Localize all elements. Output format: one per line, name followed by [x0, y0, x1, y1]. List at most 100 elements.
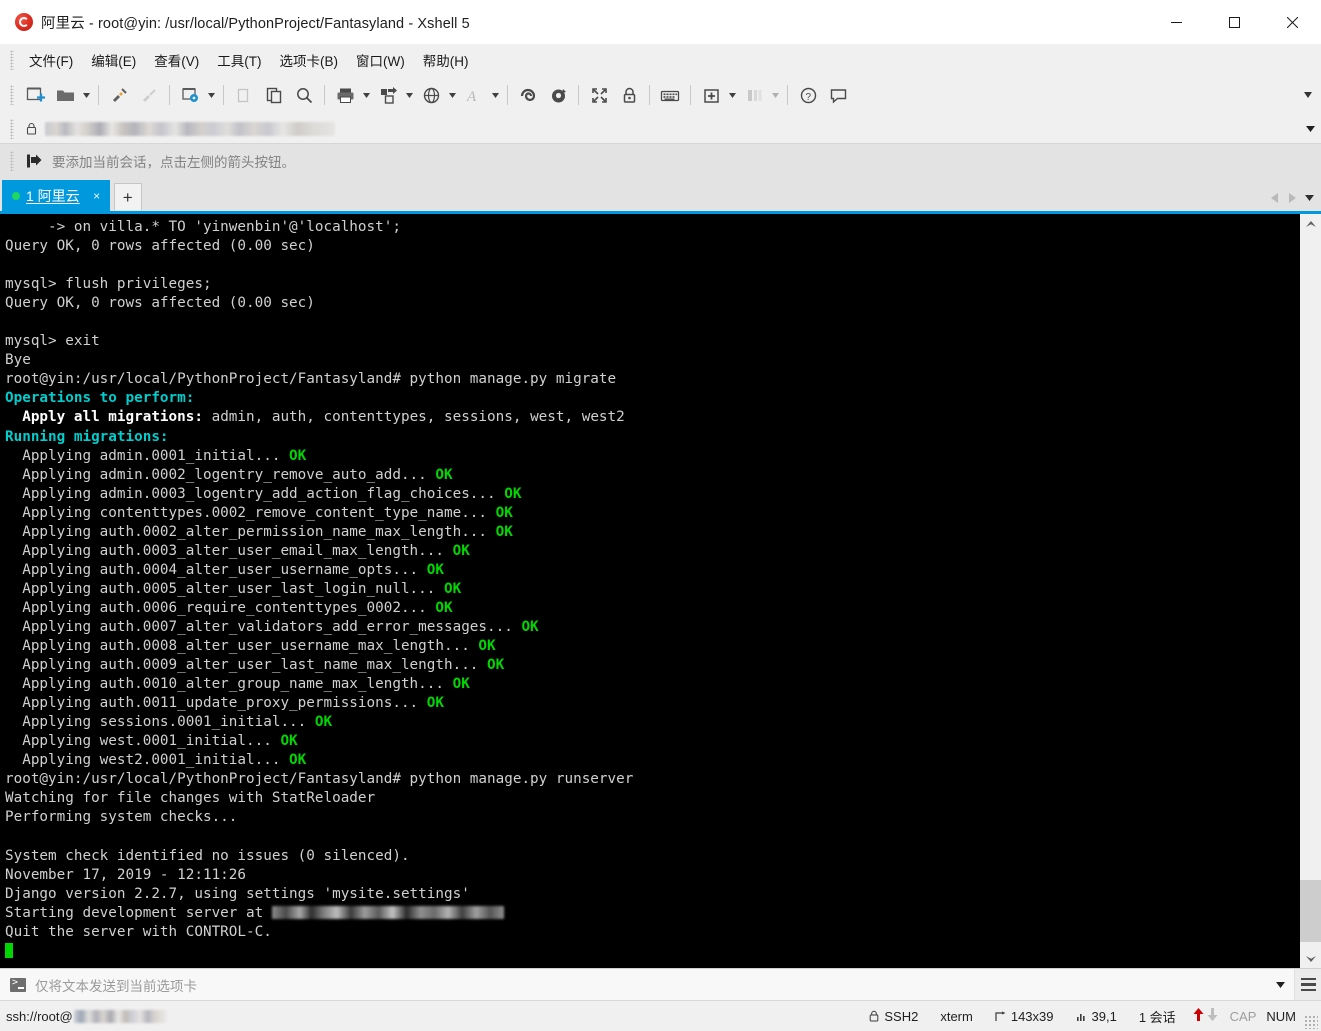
noticebar-grip[interactable] [10, 151, 14, 171]
terminal-line: Watching for file changes with StatReloa… [5, 789, 1299, 808]
chat-icon[interactable] [823, 80, 853, 110]
nav-icon[interactable] [543, 80, 573, 110]
tab-scroll-right-icon[interactable] [1284, 189, 1299, 207]
notice-text: 要添加当前会话，点击左侧的箭头按钮。 [52, 155, 295, 170]
terminal-text: Operations to perform: [5, 390, 195, 407]
scroll-down-icon[interactable] [1300, 948, 1321, 968]
ssh-tunnel-icon[interactable] [513, 80, 543, 110]
find-icon[interactable] [289, 80, 319, 110]
status-bar: ssh://root@ SSH2 xterm 143x39 39,1 1 会话 … [0, 1000, 1321, 1031]
menu-file[interactable]: 文件(F) [20, 46, 82, 74]
title-bar: 阿里云 - root@yin: /usr/local/PythonProject… [0, 0, 1321, 44]
address-input[interactable] [20, 116, 1299, 141]
menu-view[interactable]: 查看(V) [145, 46, 208, 74]
terminal-text: November 17, 2019 - 12:11:26 [5, 866, 247, 883]
globe-icon[interactable] [416, 80, 446, 110]
terminal-text: root@yin:/usr/local/PythonProject/Fantas… [5, 771, 634, 788]
scrollbar-track[interactable] [1300, 234, 1321, 948]
tabbar-nav [1267, 189, 1317, 207]
terminal-text: OK [280, 752, 307, 769]
addressbar-grip[interactable] [10, 118, 14, 139]
menu-edit[interactable]: 编辑(E) [82, 46, 145, 74]
terminal-line: Applying auth.0005_alter_user_last_login… [5, 580, 1299, 599]
fullscreen-icon[interactable] [584, 80, 614, 110]
tab-list-dropdown-icon[interactable] [1301, 189, 1317, 207]
copy-icon[interactable] [229, 80, 259, 110]
scrollbar-thumb[interactable] [1300, 880, 1321, 942]
lock-icon[interactable] [614, 80, 644, 110]
terminal-text: Applying auth.0008_alter_user_username_m… [5, 638, 470, 655]
layout-dropdown-icon[interactable] [769, 80, 782, 110]
open-folder-icon[interactable] [50, 80, 80, 110]
terminal-text: OK [271, 733, 298, 750]
send-input[interactable]: 仅将文本发送到当前选项卡 [35, 975, 197, 995]
list-icon[interactable] [1294, 969, 1321, 1000]
minimize-button[interactable] [1147, 0, 1205, 44]
transfer-file-dropdown-icon[interactable] [403, 80, 416, 110]
toolbar-overflow-icon[interactable] [1299, 76, 1317, 114]
globe-dropdown-icon[interactable] [446, 80, 459, 110]
maximize-button[interactable] [1205, 0, 1263, 44]
status-caps-lock: CAP [1224, 1001, 1263, 1031]
alibaba-cloud-icon [15, 13, 33, 31]
terminal-text: Query OK, 0 rows affected (0.00 sec) [5, 295, 315, 312]
address-dropdown-icon[interactable] [1299, 114, 1321, 143]
status-indicators: SSH2 xterm 143x39 39,1 1 会话 CAP NUM [858, 1001, 1321, 1031]
resize-grip[interactable] [1304, 1015, 1318, 1029]
open-folder-dropdown-icon[interactable] [80, 80, 93, 110]
status-url-redacted [73, 1009, 166, 1023]
keyboard-icon[interactable] [655, 80, 685, 110]
toolbar-grip[interactable] [10, 85, 14, 105]
print-icon[interactable] [330, 80, 360, 110]
add-to-folder-dropdown-icon[interactable] [726, 80, 739, 110]
terminal-line: Query OK, 0 rows affected (0.00 sec) [5, 237, 1299, 256]
send-target-dropdown-icon[interactable] [1266, 969, 1294, 1000]
terminal-send-icon[interactable] [10, 977, 26, 992]
session-properties-dropdown-icon[interactable] [205, 80, 218, 110]
font-icon[interactable]: A [459, 80, 489, 110]
add-session-arrow-icon[interactable] [26, 153, 42, 169]
terminal-text: OK [418, 695, 444, 712]
disconnect-icon[interactable] [134, 80, 164, 110]
terminal-text: Query OK, 0 rows affected (0.00 sec) [5, 238, 315, 255]
new-session-icon[interactable] [20, 80, 50, 110]
font-dropdown-icon[interactable] [489, 80, 502, 110]
tab-connected-dot-icon [12, 191, 20, 200]
status-size-label: 143x39 [1010, 1008, 1054, 1024]
scroll-up-icon[interactable] [1300, 214, 1321, 234]
terminal-scrollbar[interactable] [1299, 214, 1321, 968]
terminal-text: Applying auth.0003_alter_user_email_max_… [5, 542, 444, 559]
add-to-folder-icon[interactable] [696, 80, 726, 110]
menu-tools[interactable]: 工具(T) [208, 46, 270, 74]
tab-aliyun[interactable]: 1 阿里云 × [2, 180, 110, 211]
terminal-line: Applying auth.0008_alter_user_username_m… [5, 637, 1299, 656]
help-icon[interactable]: ? [793, 80, 823, 110]
menu-tabs[interactable]: 选项卡(B) [271, 46, 348, 74]
transfer-file-icon[interactable] [373, 80, 403, 110]
session-properties-icon[interactable] [175, 80, 205, 110]
menu-help[interactable]: 帮助(H) [414, 46, 478, 74]
terminal-text: Applying auth.0005_alter_user_last_login… [5, 580, 436, 597]
toolbar: A ? [0, 76, 1321, 114]
menu-window[interactable]: 窗口(W) [347, 46, 414, 74]
tab-bar: 1 阿里云 × + [0, 178, 1321, 211]
status-num-lock: NUM [1262, 1001, 1304, 1031]
address-value-redacted [45, 121, 335, 136]
menubar-grip[interactable] [10, 50, 14, 70]
paste-icon[interactable] [259, 80, 289, 110]
layout-icon[interactable] [739, 80, 769, 110]
tab-scroll-left-icon[interactable] [1267, 189, 1282, 207]
new-tab-button[interactable]: + [113, 183, 142, 210]
terminal-text: mysql> flush privileges; [5, 276, 212, 293]
terminal-text: Watching for file changes with StatReloa… [5, 790, 376, 807]
terminal-output[interactable]: -> on villa.* TO 'yinwenbin'@'localhost'… [0, 214, 1299, 968]
tab-label: 1 阿里云 [26, 187, 80, 204]
connect-icon[interactable] [104, 80, 134, 110]
print-dropdown-icon[interactable] [360, 80, 373, 110]
terminal-line: November 17, 2019 - 12:11:26 [5, 866, 1299, 885]
tab-close-icon[interactable]: × [90, 189, 104, 203]
send-text-bar: 仅将文本发送到当前选项卡 [0, 968, 1321, 1000]
close-button[interactable] [1263, 0, 1321, 44]
